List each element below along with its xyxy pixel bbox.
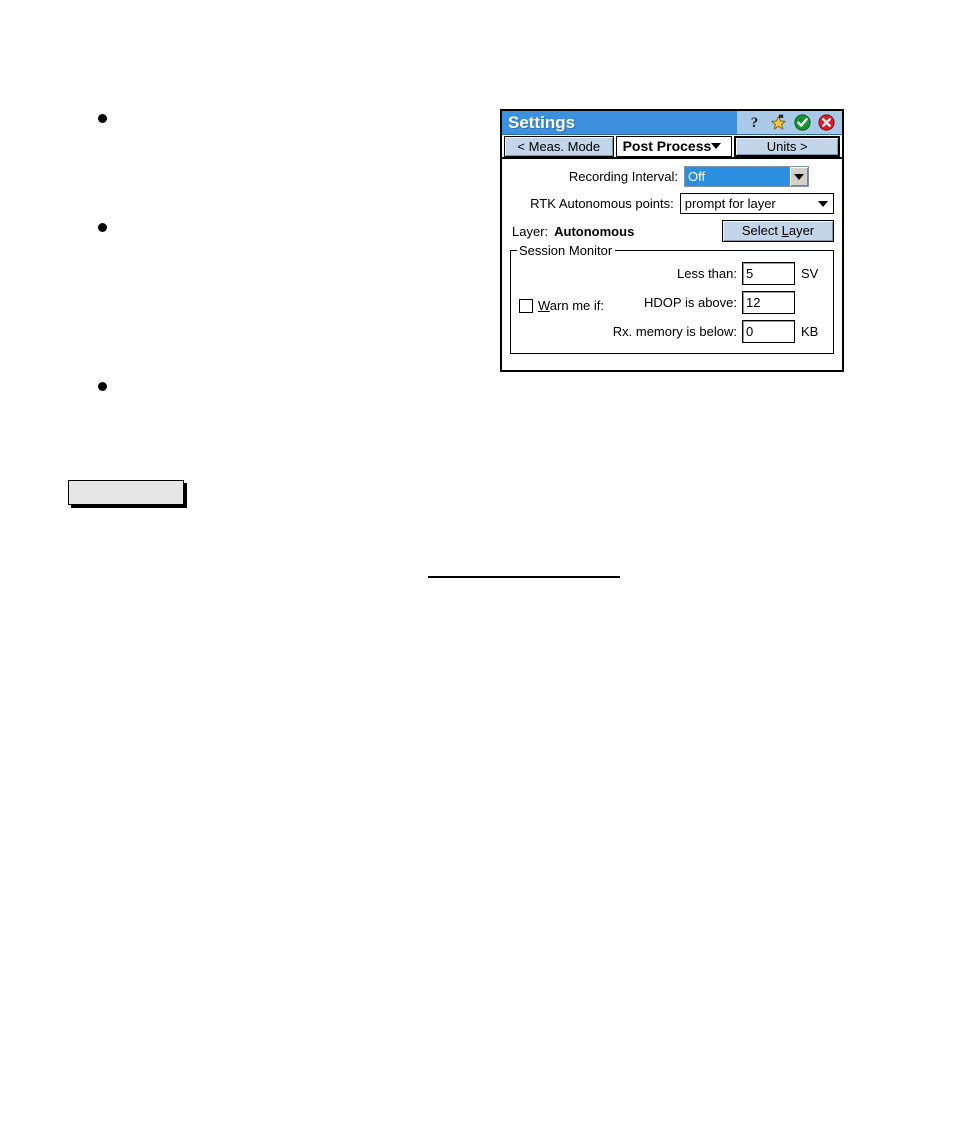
warn-label-post: arn me if: (549, 298, 604, 313)
hdop-above-label: HDOP is above: (644, 295, 737, 310)
layer-label: Layer: (512, 223, 549, 239)
recording-interval-label: Recording Interval: (568, 169, 678, 184)
warn-me-if-row: Warn me if: (519, 261, 613, 346)
select-layer-label-mnemonic: L (781, 223, 789, 238)
chevron-down-icon (818, 200, 828, 207)
list-item (70, 217, 430, 232)
hdop-above-input[interactable]: 12 (742, 291, 795, 314)
less-than-unit: SV (801, 266, 819, 281)
rx-memory-below-input[interactable]: 0 (742, 320, 795, 343)
rtk-autonomous-points-label: RTK Autonomous points: (530, 196, 674, 211)
window-title: Settings (508, 113, 576, 132)
svg-text:?: ? (751, 115, 759, 131)
warn-label-mnemonic: W (538, 298, 550, 313)
ok-check-icon[interactable] (794, 114, 811, 131)
rtk-autonomous-points-value: prompt for layer (684, 196, 776, 211)
horizontal-divider (428, 576, 620, 578)
recording-interval-row: Recording Interval: Off (510, 166, 834, 187)
navigation-bar: < Meas. Mode Post Process Units > (502, 135, 842, 159)
select-layer-label-post: ayer (788, 223, 815, 238)
select-layer-button[interactable]: Select Layer (722, 220, 834, 242)
less-than-label: Less than: (677, 266, 737, 281)
placeholder-box (68, 480, 184, 505)
chevron-down-icon (711, 143, 722, 149)
bullet-list (70, 108, 430, 391)
rtk-autonomous-points-row: RTK Autonomous points: prompt for layer (510, 193, 834, 214)
hdop-above-row: HDOP is above: 12 (613, 291, 825, 314)
warn-me-if-label: Warn me if: (538, 298, 604, 313)
next-page-button[interactable]: Units > (734, 135, 840, 157)
close-x-icon[interactable] (818, 114, 835, 131)
list-spacer (70, 231, 430, 376)
less-than-input[interactable]: 5 (742, 262, 795, 285)
rx-memory-below-label: Rx. memory is below: (612, 324, 737, 339)
list-item (70, 108, 430, 123)
select-layer-label-pre: Select (741, 223, 782, 238)
rx-memory-below-unit: KB (801, 324, 819, 339)
settings-window: Settings ? < Meas. Mode Post Process Uni… (500, 109, 844, 372)
list-spacer (70, 122, 430, 217)
less-than-row: Less than: 5 SV (613, 262, 825, 285)
help-icon[interactable]: ? (746, 114, 763, 131)
window-titlebar: Settings ? (502, 111, 842, 135)
warn-me-if-checkbox[interactable] (519, 298, 533, 313)
recording-interval-value: Off (685, 167, 789, 186)
rx-memory-below-row: Rx. memory is below: 0 KB (613, 320, 825, 343)
list-item (70, 376, 430, 391)
chevron-down-icon (794, 173, 804, 180)
layer-row: Layer: Autonomous Select Layer (510, 220, 834, 242)
settings-form: Recording Interval: Off RTK Autonomous p… (502, 159, 842, 370)
page-select-dropdown[interactable]: Post Process (615, 135, 733, 157)
session-monitor-title: Session Monitor (517, 243, 616, 258)
page-select-value: Post Process (622, 138, 712, 154)
prev-page-button[interactable]: < Meas. Mode (504, 135, 614, 157)
recording-interval-dropdown-button[interactable] (789, 167, 808, 186)
layer-value: Autonomous (554, 223, 635, 239)
titlebar-icon-group: ? (737, 111, 842, 134)
recording-interval-dropdown[interactable]: Off (684, 166, 809, 187)
session-monitor-group: Session Monitor Warn me if: Less than: 5… (510, 243, 834, 354)
favorites-star-icon[interactable] (770, 114, 787, 131)
rtk-autonomous-points-dropdown[interactable]: prompt for layer (679, 193, 834, 214)
